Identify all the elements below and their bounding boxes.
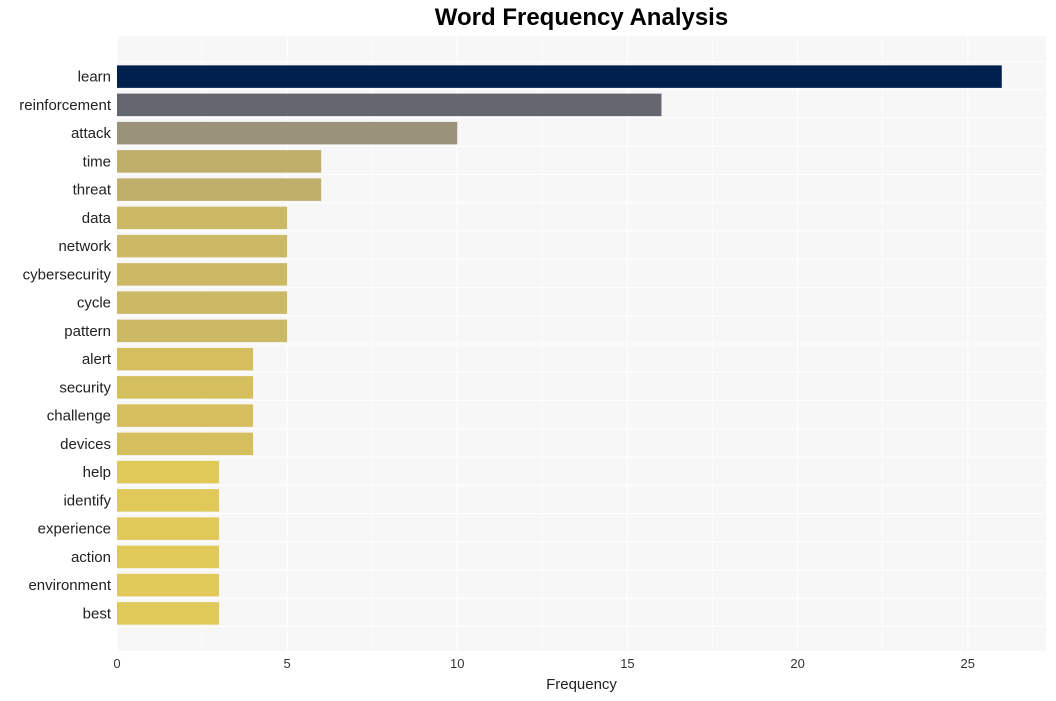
category-label-time: time bbox=[83, 153, 111, 170]
category-label-best: best bbox=[83, 605, 112, 622]
category-label-learn: learn bbox=[78, 69, 111, 86]
bar-cycle bbox=[117, 291, 288, 314]
bar-data bbox=[117, 206, 288, 230]
x-tick-label: 15 bbox=[620, 656, 634, 671]
x-tick-label: 10 bbox=[450, 656, 464, 671]
x-tick-labels: 0 5 10 15 20 25 bbox=[113, 656, 975, 671]
category-label-action: action bbox=[71, 549, 111, 566]
category-label-help: help bbox=[83, 464, 111, 481]
bar-attack bbox=[117, 121, 458, 145]
x-tick-label: 0 bbox=[113, 656, 120, 671]
category-label-experience: experience bbox=[38, 521, 111, 538]
x-axis-title: Frequency bbox=[546, 676, 617, 693]
category-label-pattern: pattern bbox=[64, 323, 111, 340]
bar-devices bbox=[117, 432, 254, 456]
category-label-cycle: cycle bbox=[77, 295, 111, 312]
category-label-identify: identify bbox=[63, 492, 111, 509]
category-label-environment: environment bbox=[28, 577, 111, 594]
bar-security bbox=[117, 376, 254, 399]
bar-best bbox=[117, 602, 220, 625]
category-label-security: security bbox=[59, 379, 111, 396]
category-label-network: network bbox=[58, 238, 111, 255]
bar-pattern bbox=[117, 319, 288, 343]
bar-alert bbox=[117, 347, 254, 371]
category-label-data: data bbox=[82, 210, 112, 227]
bar-action bbox=[117, 545, 220, 569]
x-tick-label: 20 bbox=[790, 656, 804, 671]
bar-environment bbox=[117, 573, 220, 597]
category-label-devices: devices bbox=[60, 436, 111, 453]
bar-learn bbox=[117, 65, 1002, 88]
x-tick-label: 5 bbox=[284, 656, 291, 671]
bar-threat bbox=[117, 178, 322, 201]
category-label-attack: attack bbox=[71, 125, 112, 142]
bar-chart: learn reinforcement attack time threat data ne… bbox=[19, 36, 1046, 693]
category-label-reinforcement: reinforcement bbox=[19, 97, 112, 114]
bar-reinforcement bbox=[117, 93, 662, 117]
category-labels: learn reinforcement attack time threat data ne… bbox=[19, 69, 112, 623]
category-label-challenge: challenge bbox=[47, 408, 111, 425]
category-label-cybersecurity: cybersecurity bbox=[23, 266, 112, 283]
bar-experience bbox=[117, 517, 220, 540]
category-label-alert: alert bbox=[82, 351, 112, 368]
x-tick-label: 25 bbox=[960, 656, 974, 671]
bar-challenge bbox=[117, 404, 254, 427]
bar-cybersecurity bbox=[117, 263, 288, 286]
bar-time bbox=[117, 150, 322, 173]
bar-help bbox=[117, 460, 220, 484]
bar-identify bbox=[117, 489, 220, 512]
bar-network bbox=[117, 234, 288, 258]
category-label-threat: threat bbox=[73, 182, 112, 199]
